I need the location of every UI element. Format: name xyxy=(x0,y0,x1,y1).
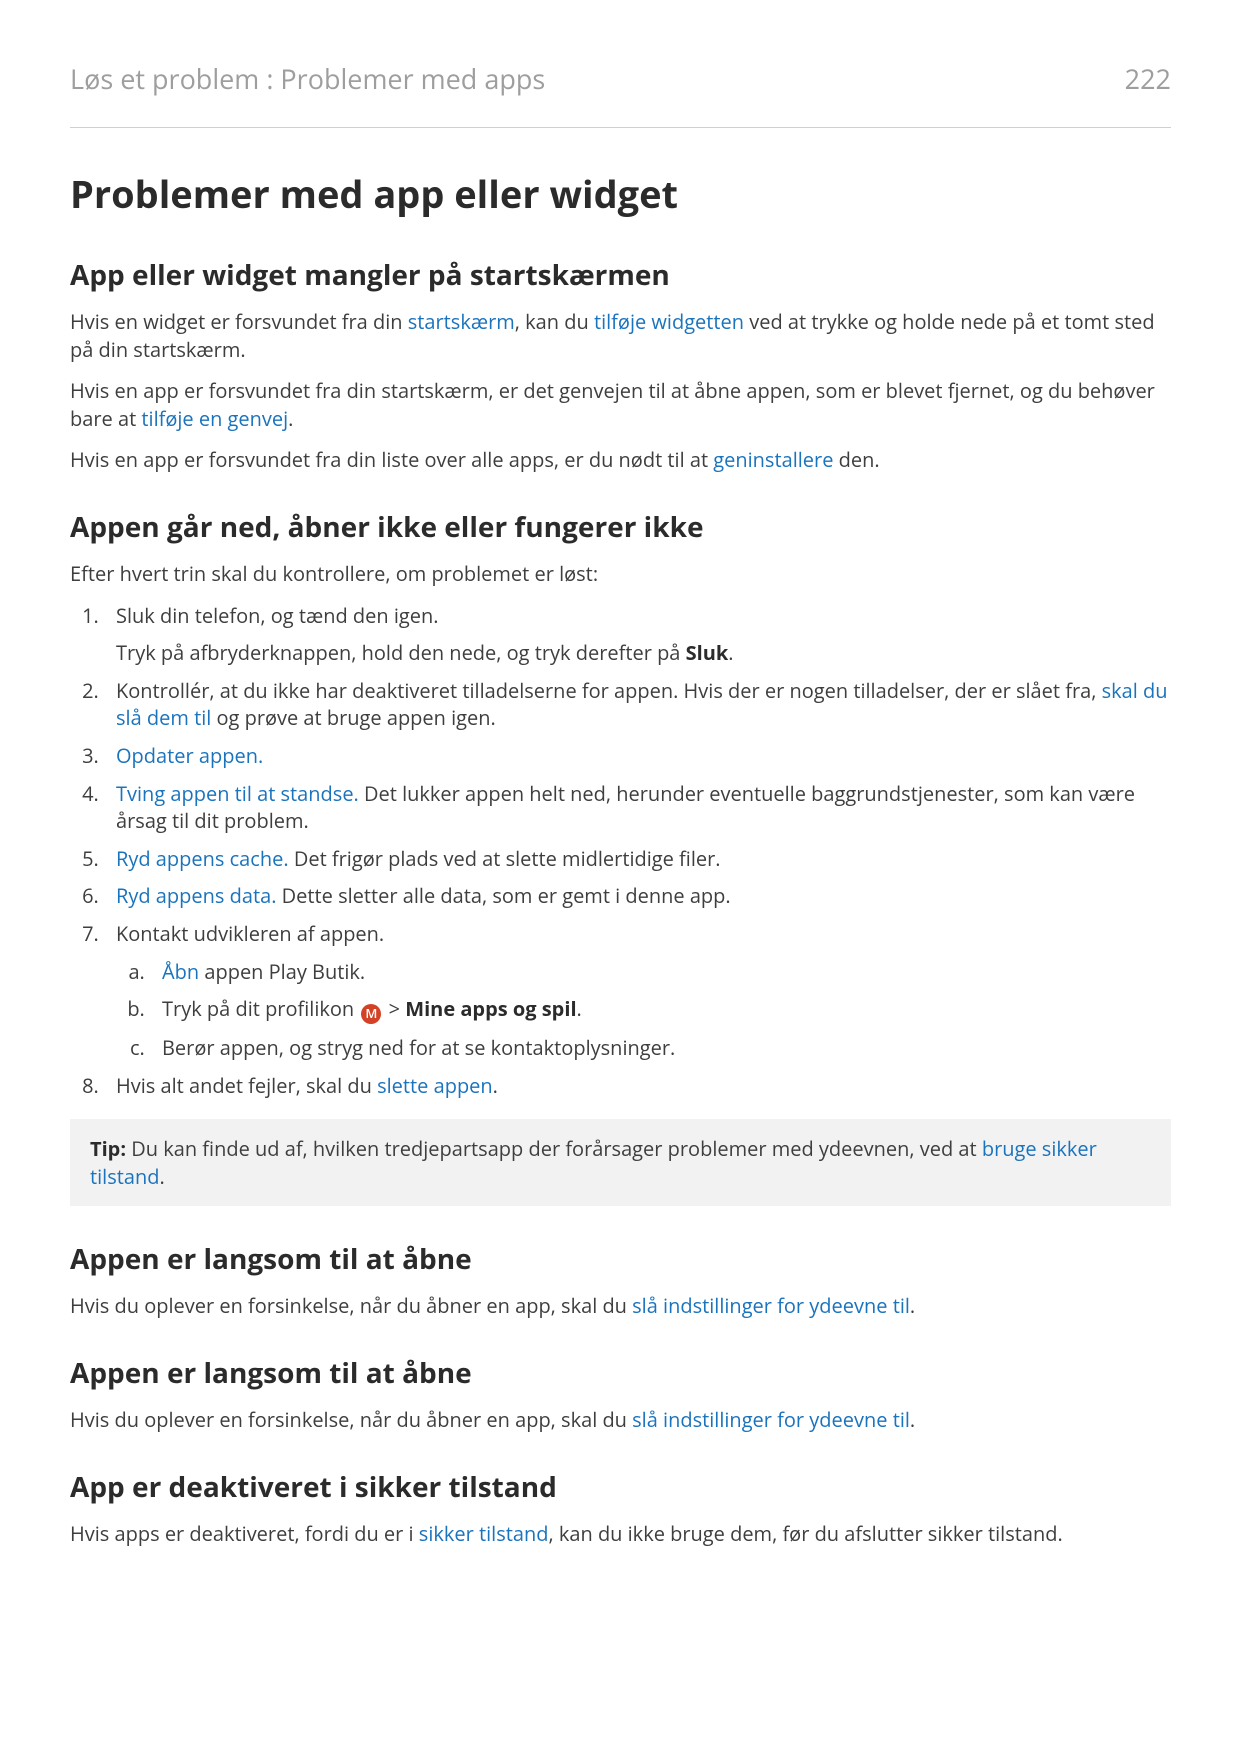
text: > xyxy=(383,995,405,1022)
text: Hvis apps er deaktiveret, fordi du er i xyxy=(70,1520,419,1547)
text: Tryk på afbryderknappen, hold den nede, … xyxy=(116,639,686,666)
header-divider xyxy=(70,127,1171,128)
link-update-app[interactable]: Opdater appen. xyxy=(116,742,263,769)
text: den. xyxy=(833,446,879,473)
link-open-play-store[interactable]: Åbn xyxy=(162,958,199,985)
text: Tryk på dit profilikon xyxy=(162,995,359,1022)
section-heading-slow-1: Appen er langsom til at åbne xyxy=(70,1240,1171,1278)
page-header: Løs et problem : Problemer med apps 222 xyxy=(70,60,1171,97)
text: . xyxy=(493,1072,498,1099)
text: Det frigør plads ved at slette midlertid… xyxy=(289,845,721,872)
section-heading-slow-2: Appen er langsom til at åbne xyxy=(70,1354,1171,1392)
link-performance-settings-1[interactable]: slå indstillinger for ydeevne til xyxy=(632,1292,910,1319)
link-safe-mode[interactable]: sikker tilstand xyxy=(419,1520,549,1547)
ui-label-my-apps: Mine apps og spil xyxy=(405,995,576,1022)
link-force-stop[interactable]: Tving appen til at standse. xyxy=(116,780,359,807)
link-reinstall[interactable]: geninstallere xyxy=(713,446,833,473)
text: Hvis en app er forsvundet fra din liste … xyxy=(70,446,713,473)
paragraph: Hvis en widget er forsvundet fra din sta… xyxy=(70,308,1171,363)
tip-label: Tip: xyxy=(90,1135,126,1162)
text: . xyxy=(288,405,293,432)
list-item: Berør appen, og stryg ned for at se kont… xyxy=(150,1034,1171,1062)
page-title: Problemer med app eller widget xyxy=(70,168,1171,220)
list-item: Kontakt udvikleren af appen. Åbn appen P… xyxy=(104,920,1171,1062)
link-add-shortcut[interactable]: tilføje en genvej xyxy=(141,405,288,432)
text: Hvis alt andet fejler, skal du xyxy=(116,1072,377,1099)
list-item: Tryk på dit profilikon M > Mine apps og … xyxy=(150,995,1171,1024)
section-heading-crash: Appen går ned, åbner ikke eller fungerer… xyxy=(70,508,1171,546)
text: , kan du ikke bruge dem, før du afslutte… xyxy=(548,1520,1062,1547)
text: Sluk din telefon, og tænd den igen. xyxy=(116,602,439,629)
list-item: Tving appen til at standse. Det lukker a… xyxy=(104,780,1171,835)
paragraph: Hvis en app er forsvundet fra din liste … xyxy=(70,446,1171,474)
text: . xyxy=(910,1292,915,1319)
tip-box: Tip: Du kan finde ud af, hvilken tredjep… xyxy=(70,1119,1171,1206)
steps-list: Sluk din telefon, og tænd den igen. Tryk… xyxy=(70,602,1171,1100)
link-delete-app[interactable]: slette appen xyxy=(377,1072,493,1099)
text: Berør appen, og stryg ned for at se kont… xyxy=(162,1034,675,1061)
text: Hvis du oplever en forsinkelse, når du å… xyxy=(70,1406,632,1433)
paragraph: Hvis du oplever en forsinkelse, når du å… xyxy=(70,1292,1171,1320)
text: Kontrollér, at du ikke har deaktiveret t… xyxy=(116,677,1102,704)
link-clear-cache[interactable]: Ryd appens cache. xyxy=(116,845,289,872)
link-add-widget[interactable]: tilføje widgetten xyxy=(594,308,744,335)
list-item: Sluk din telefon, og tænd den igen. Tryk… xyxy=(104,602,1171,667)
text: , kan du xyxy=(515,308,594,335)
text: Kontakt udvikleren af appen. xyxy=(116,920,384,947)
list-item: Ryd appens data. Dette sletter alle data… xyxy=(104,882,1171,910)
section-heading-disabled-safe-mode: App er deaktiveret i sikker tilstand xyxy=(70,1468,1171,1506)
ui-label-sluk: Sluk xyxy=(686,639,729,666)
paragraph: Tryk på afbryderknappen, hold den nede, … xyxy=(116,639,1171,667)
paragraph: Efter hvert trin skal du kontrollere, om… xyxy=(70,560,1171,588)
text: . xyxy=(728,639,733,666)
text: . xyxy=(577,995,582,1022)
profile-icon: M xyxy=(361,1004,381,1024)
list-item: Kontrollér, at du ikke har deaktiveret t… xyxy=(104,677,1171,732)
text: Hvis en widget er forsvundet fra din xyxy=(70,308,408,335)
breadcrumb: Løs et problem : Problemer med apps xyxy=(70,60,545,97)
paragraph: Hvis du oplever en forsinkelse, når du å… xyxy=(70,1406,1171,1434)
list-item: Åbn appen Play Butik. xyxy=(150,958,1171,986)
paragraph: Hvis apps er deaktiveret, fordi du er i … xyxy=(70,1520,1171,1548)
text: appen Play Butik. xyxy=(199,958,365,985)
text: . xyxy=(910,1406,915,1433)
list-item: Hvis alt andet fejler, skal du slette ap… xyxy=(104,1072,1171,1100)
substeps-list: Åbn appen Play Butik. Tryk på dit profil… xyxy=(116,958,1171,1062)
paragraph: Hvis en app er forsvundet fra din starts… xyxy=(70,377,1171,432)
list-item: Ryd appens cache. Det frigør plads ved a… xyxy=(104,845,1171,873)
text: Dette sletter alle data, som er gemt i d… xyxy=(276,882,730,909)
text: Du kan finde ud af, hvilken tredjepartsa… xyxy=(126,1135,982,1162)
list-item: Opdater appen. xyxy=(104,742,1171,770)
text: Hvis du oplever en forsinkelse, når du å… xyxy=(70,1292,632,1319)
text: og prøve at bruge appen igen. xyxy=(211,704,495,731)
link-home-screen[interactable]: startskærm xyxy=(408,308,515,335)
link-clear-data[interactable]: Ryd appens data. xyxy=(116,882,276,909)
text: . xyxy=(160,1163,165,1190)
section-heading-missing: App eller widget mangler på startskærmen xyxy=(70,256,1171,294)
page-number: 222 xyxy=(1125,60,1171,97)
link-performance-settings-2[interactable]: slå indstillinger for ydeevne til xyxy=(632,1406,910,1433)
